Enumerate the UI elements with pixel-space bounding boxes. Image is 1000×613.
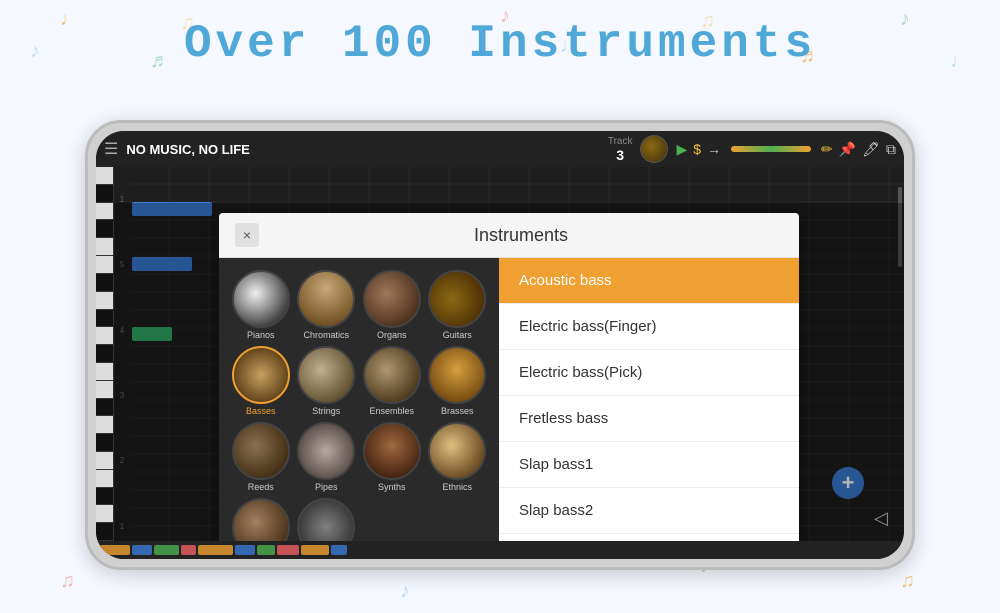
category-item-basses[interactable]: Basses	[231, 346, 291, 416]
instrument-item-electric_bass_finger[interactable]: Electric bass(Finger)	[499, 304, 799, 350]
categories-panel: Pianos Chromatics Organs Guitars Basses Strin…	[219, 258, 499, 559]
phone-screen: ☰ NO MUSIC, NO LIFE Track 3 ▶ $ → ✏ 📌 🖊 …	[96, 131, 904, 559]
category-label-brasses: Brasses	[441, 406, 474, 416]
piano-area: 1 5 4 3 2 1	[96, 167, 904, 559]
instrument-item-slap_bass1[interactable]: Slap bass1	[499, 442, 799, 488]
category-circle-strings	[297, 346, 355, 404]
tl-block-blue	[132, 545, 152, 555]
category-item-organs[interactable]: Organs	[362, 270, 422, 340]
instrument-item-slap_bass2[interactable]: Slap bass2	[499, 488, 799, 534]
deco-note-10: ♫	[60, 570, 75, 593]
copy-icon[interactable]: ⧉	[886, 141, 896, 158]
page-title: Over 100 Instruments	[0, 18, 1000, 70]
grid-area: 1 5 4 3 2 1	[114, 167, 904, 559]
category-circle-brasses	[428, 346, 486, 404]
category-label-synths: Synths	[378, 482, 406, 492]
instrument-item-electric_bass_pick[interactable]: Electric bass(Pick)	[499, 350, 799, 396]
dollar-icon[interactable]: $	[693, 141, 701, 157]
pencil-icon[interactable]: 🖊	[862, 141, 880, 158]
timeline-area	[96, 541, 904, 559]
category-circle-organs	[363, 270, 421, 328]
category-item-synths[interactable]: Synths	[362, 422, 422, 492]
category-circle-pianos	[232, 270, 290, 328]
edit-icon[interactable]: ✏	[821, 141, 833, 158]
tl-block-green2	[257, 545, 275, 555]
category-label-pianos: Pianos	[247, 330, 275, 340]
tl-block-blue2	[235, 545, 255, 555]
category-item-ensembles[interactable]: Ensembles	[362, 346, 422, 416]
hamburger-icon[interactable]: ☰	[104, 139, 118, 159]
tl-block-orange	[100, 545, 130, 555]
play-icon[interactable]: ▶	[676, 141, 687, 158]
tl-block-green	[154, 545, 179, 555]
category-label-organs: Organs	[377, 330, 407, 340]
category-label-basses: Basses	[246, 406, 276, 416]
instruments-dialog: × Instruments Pianos Chromatics Organs Guit…	[219, 213, 799, 559]
category-item-chromatics[interactable]: Chromatics	[297, 270, 357, 340]
pin-icon[interactable]: 📌	[839, 141, 856, 158]
category-label-strings: Strings	[312, 406, 340, 416]
category-circle-pipes	[297, 422, 355, 480]
phone-frame: ☰ NO MUSIC, NO LIFE Track 3 ▶ $ → ✏ 📌 🖊 …	[85, 120, 915, 570]
category-label-ethnics: Ethnics	[442, 482, 472, 492]
top-bar-icons: ▶ $ → ✏ 📌 🖊 ⧉	[676, 141, 896, 158]
category-circle-basses	[232, 346, 290, 404]
dialog-header: × Instruments	[219, 213, 799, 258]
instrument-item-fretless_bass[interactable]: Fretless bass	[499, 396, 799, 442]
category-circle-reeds	[232, 422, 290, 480]
category-circle-synths	[363, 422, 421, 480]
instrument-item-acoustic_bass[interactable]: Acoustic bass	[499, 258, 799, 304]
dialog-body: Pianos Chromatics Organs Guitars Basses Strin…	[219, 258, 799, 559]
category-item-ethnics[interactable]: Ethnics	[428, 422, 488, 492]
category-label-guitars: Guitars	[443, 330, 472, 340]
arrow-icon[interactable]: →	[707, 141, 721, 157]
category-item-strings[interactable]: Strings	[297, 346, 357, 416]
track-label: Track	[608, 136, 633, 147]
drum-icon[interactable]	[640, 135, 668, 163]
category-label-reeds: Reeds	[248, 482, 274, 492]
category-label-chromatics: Chromatics	[303, 330, 349, 340]
category-label-ensembles: Ensembles	[369, 406, 414, 416]
category-circle-chromatics	[297, 270, 355, 328]
tl-block-orange3	[301, 545, 329, 555]
category-item-reeds[interactable]: Reeds	[231, 422, 291, 492]
piano-keys	[96, 167, 114, 559]
category-circle-guitars	[428, 270, 486, 328]
category-item-pianos[interactable]: Pianos	[231, 270, 291, 340]
app-title-label: NO MUSIC, NO LIFE	[126, 142, 599, 157]
category-item-guitars[interactable]: Guitars	[428, 270, 488, 340]
track-info: Track 3	[608, 136, 633, 163]
track-number: 3	[616, 147, 624, 163]
category-item-brasses[interactable]: Brasses	[428, 346, 488, 416]
tl-block-orange2	[198, 545, 233, 555]
tl-block-red	[181, 545, 196, 555]
category-label-pipes: Pipes	[315, 482, 338, 492]
deco-note-12: ♪	[400, 580, 410, 603]
deco-note-14: ♫	[900, 570, 915, 593]
modal-overlay: × Instruments Pianos Chromatics Organs Guit…	[114, 203, 904, 559]
category-item-pipes[interactable]: Pipes	[297, 422, 357, 492]
category-circle-ethnics	[428, 422, 486, 480]
top-bar: ☰ NO MUSIC, NO LIFE Track 3 ▶ $ → ✏ 📌 🖊 …	[96, 131, 904, 167]
tl-block-blue3	[331, 545, 347, 555]
category-circle-ensembles	[363, 346, 421, 404]
instruments-list[interactable]: Acoustic bassElectric bass(Finger)Electr…	[499, 258, 799, 559]
dialog-title: Instruments	[259, 225, 783, 246]
dialog-close-button[interactable]: ×	[235, 223, 259, 247]
tl-block-red2	[277, 545, 299, 555]
